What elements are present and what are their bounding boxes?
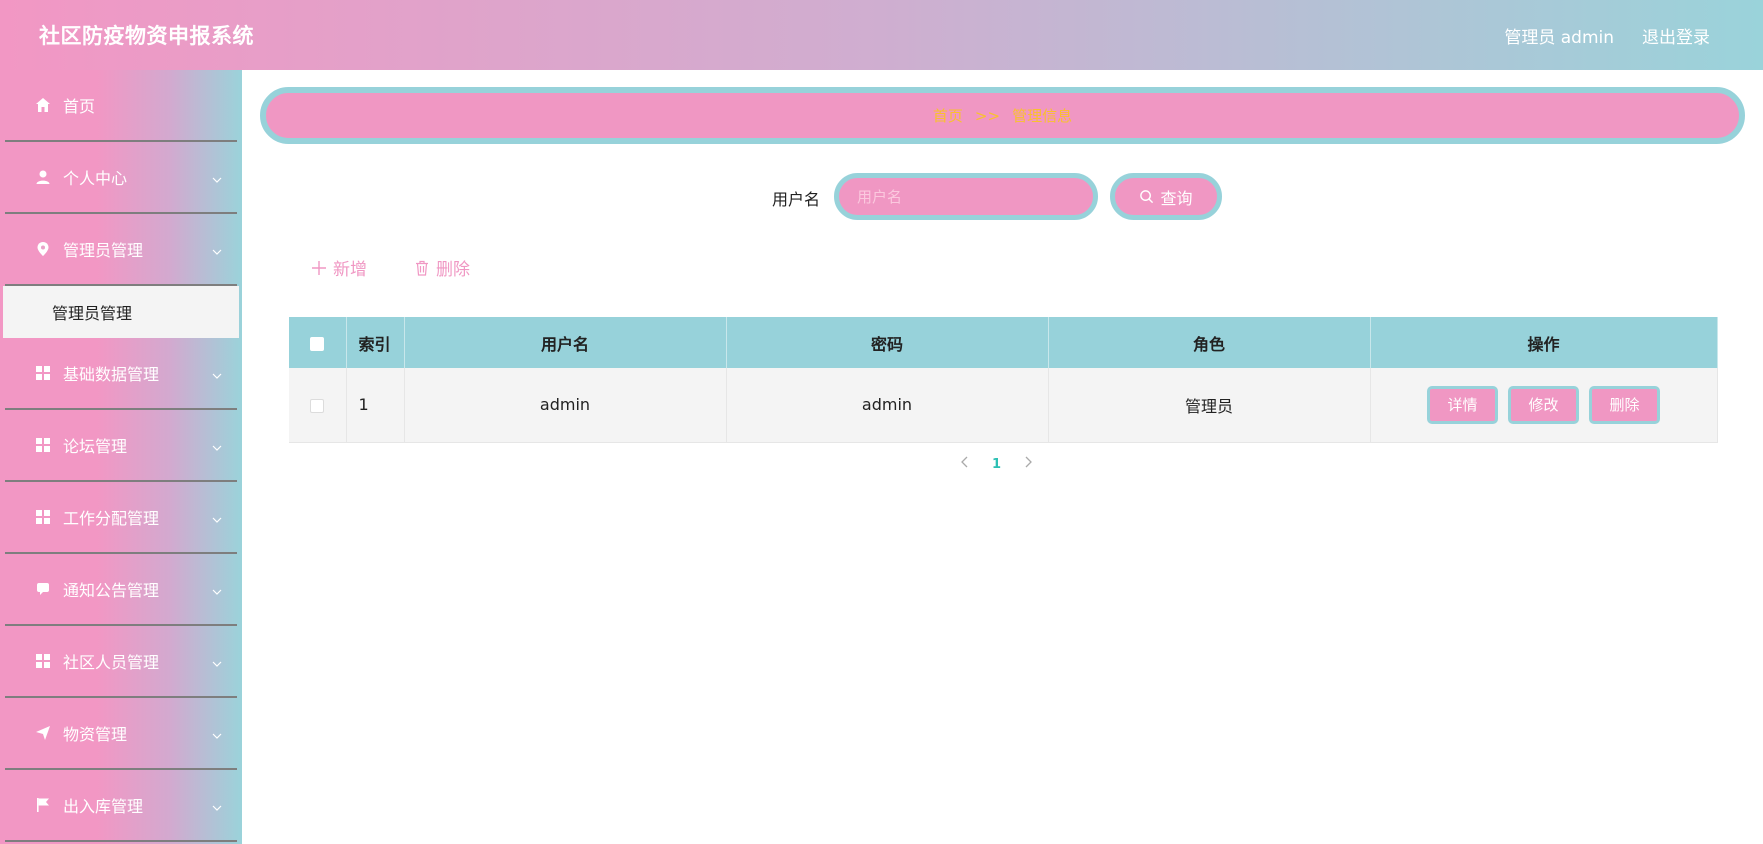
chevron-down-icon [211, 727, 223, 739]
detail-button[interactable]: 详情 [1427, 385, 1498, 424]
add-button[interactable]: 新增 [311, 255, 367, 280]
search-form: 用户名 查询 [0, 173, 1763, 220]
column-header-role: 角色 [1048, 317, 1371, 368]
table-row: 1 admin admin 管理员 详情 修改 删除 [289, 368, 1718, 443]
chat-icon [35, 581, 51, 597]
flag-icon [35, 797, 51, 813]
sidebar-item-label: 基础数据管理 [63, 365, 160, 384]
edit-button[interactable]: 修改 [1508, 385, 1579, 424]
pagination: 1 [960, 456, 1033, 472]
app-title: 社区防疫物资申报系统 [39, 24, 254, 48]
chevron-down-icon [211, 439, 223, 451]
sidebar-item-label: 通知公告管理 [63, 581, 160, 600]
header-user-area: 管理员 admin 退出登录 [1504, 23, 1710, 48]
breadcrumb-separator: >> [974, 106, 1001, 125]
chevron-right-icon [1025, 456, 1032, 468]
search-icon [1140, 190, 1154, 204]
chevron-down-icon [211, 367, 223, 379]
chevron-down-icon [211, 655, 223, 667]
row-checkbox[interactable] [310, 398, 325, 413]
chevron-down-icon [211, 799, 223, 811]
home-icon [35, 97, 51, 113]
column-header-password: 密码 [726, 317, 1049, 368]
sidebar-item-label: 管理员管理 [63, 241, 144, 260]
current-user-label: 管理员 admin [1504, 27, 1614, 48]
column-header-username: 用户名 [404, 317, 727, 368]
cell-role: 管理员 [1048, 368, 1371, 443]
sidebar-item-supplies[interactable]: 物资管理 [5, 698, 237, 770]
sidebar-item-community-people[interactable]: 社区人员管理 [5, 626, 237, 698]
submenu-item-admin-management[interactable]: 管理员管理 [3, 286, 239, 338]
grid-icon [35, 653, 51, 669]
search-button[interactable]: 查询 [1110, 173, 1222, 220]
sidebar-item-label: 社区人员管理 [63, 653, 160, 672]
sidebar-item-notice[interactable]: 通知公告管理 [5, 554, 237, 626]
trash-icon [416, 260, 428, 276]
chevron-down-icon [211, 243, 223, 255]
select-all-checkbox[interactable] [310, 336, 325, 351]
chevron-down-icon [211, 511, 223, 523]
admin-table: 索引 用户名 密码 角色 操作 1 admin admin 管理员 详情 修改 删除 [289, 317, 1718, 443]
add-button-label: 新增 [333, 260, 367, 280]
sidebar-item-label: 论坛管理 [63, 437, 128, 456]
username-search-input[interactable] [834, 173, 1098, 220]
chevron-left-icon [961, 456, 968, 468]
cell-actions: 详情 修改 删除 [1370, 368, 1718, 443]
location-pin-icon [35, 241, 51, 257]
logout-link[interactable]: 退出登录 [1642, 23, 1710, 48]
delete-button-label: 删除 [436, 260, 470, 280]
breadcrumb-home-link[interactable]: 首页 [933, 105, 963, 126]
sidebar-item-admin[interactable]: 管理员管理 [5, 214, 237, 286]
sidebar-item-label: 出入库管理 [63, 797, 144, 816]
breadcrumb: 首页 >> 管理信息 [260, 87, 1745, 144]
page-number-current[interactable]: 1 [992, 457, 1001, 472]
send-icon [35, 725, 51, 741]
top-header: 社区防疫物资申报系统 管理员 admin 退出登录 [0, 0, 1763, 70]
sidebar-item-label: 物资管理 [63, 725, 128, 744]
next-page-button[interactable] [1023, 456, 1033, 472]
select-all-cell [289, 317, 347, 368]
grid-icon [35, 437, 51, 453]
plus-icon [312, 260, 326, 275]
column-header-actions: 操作 [1370, 317, 1718, 368]
sidebar-item-inout[interactable]: 出入库管理 [5, 770, 237, 842]
sidebar-item-home[interactable]: 首页 [5, 70, 237, 142]
grid-icon [35, 509, 51, 525]
sidebar-item-label: 首页 [63, 97, 96, 116]
prev-page-button[interactable] [960, 456, 970, 472]
bulk-delete-button[interactable]: 删除 [414, 255, 470, 280]
sidebar-item-forum[interactable]: 论坛管理 [5, 410, 237, 482]
cell-username: admin [404, 368, 727, 443]
table-header-row: 索引 用户名 密码 角色 操作 [289, 317, 1718, 368]
cell-index: 1 [346, 368, 405, 443]
row-select-cell [289, 368, 347, 443]
row-delete-button[interactable]: 删除 [1589, 385, 1660, 424]
sidebar-item-work-assignment[interactable]: 工作分配管理 [5, 482, 237, 554]
search-label: 用户名 [772, 190, 821, 209]
breadcrumb-current: 管理信息 [1012, 107, 1073, 125]
grid-icon [35, 365, 51, 381]
cell-password: admin [726, 368, 1049, 443]
sidebar-item-basic-data[interactable]: 基础数据管理 [5, 338, 237, 410]
chevron-down-icon [211, 583, 223, 595]
column-header-index: 索引 [346, 317, 405, 368]
table-actions: 新增 删除 [311, 255, 517, 280]
search-button-label: 查询 [1160, 188, 1193, 208]
sidebar-item-label: 工作分配管理 [63, 509, 160, 528]
